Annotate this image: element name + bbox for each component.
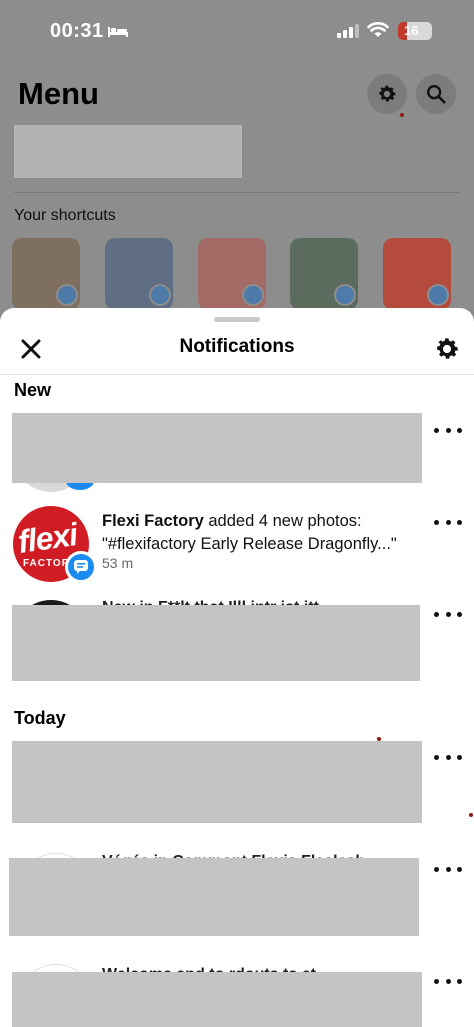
group-icon [56,284,78,306]
more-options-button[interactable] [434,422,462,438]
menu-search-button[interactable] [416,74,456,114]
status-bar: 00:31 16 [0,0,474,62]
more-options-button[interactable] [434,749,462,765]
shortcuts-label: Your shortcuts [14,207,116,224]
wifi-icon [367,22,389,37]
more-options-button[interactable] [434,514,462,530]
gear-icon [379,85,396,102]
unread-dot [469,813,473,817]
shortcut-item[interactable] [383,238,451,310]
notification-settings-button[interactable] [430,332,464,366]
menu-settings-button[interactable] [367,74,407,114]
sleep-focus-icon [108,27,128,37]
battery-indicator: 16 [398,22,432,40]
redacted-notification[interactable] [12,605,420,681]
group-icon [149,284,171,306]
section-label-today: Today [14,708,66,728]
cellular-signal-icon [337,24,359,38]
settings-notification-dot [400,113,404,117]
group-icon [242,284,264,306]
notification-text[interactable]: Flexi Factory added 4 new photos: "#flex… [102,510,424,556]
sheet-header: Notifications [0,322,474,374]
more-options-button[interactable] [434,861,462,877]
divider [14,192,460,193]
menu-title: Menu [18,76,99,111]
shortcut-item[interactable] [198,238,266,310]
more-options-button[interactable] [434,606,462,622]
redacted-notification[interactable] [12,972,422,1027]
sheet-title: Notifications [179,336,295,357]
status-time: 00:31 [50,20,104,42]
redacted-notification[interactable] [9,858,419,936]
redacted-notification[interactable] [12,413,422,483]
notification-actor: Flexi Factory [102,512,204,530]
shortcut-item[interactable] [12,238,80,310]
header-divider [0,374,474,375]
shortcut-item[interactable] [290,238,358,310]
message-badge-icon [65,551,97,583]
gear-icon [437,338,458,359]
group-icon [427,284,449,306]
notification-time: 53 m [102,555,134,571]
group-icon [334,284,356,306]
search-icon [427,85,446,104]
notifications-sheet: Notifications New flexi FACTORY Flexi Fa… [0,308,474,1027]
more-options-button[interactable] [434,973,462,989]
redacted-notification[interactable] [12,741,422,823]
battery-percent: 16 [404,23,419,38]
profile-redacted [14,125,242,178]
shortcut-item[interactable] [105,238,173,310]
section-label-new: New [14,380,52,400]
